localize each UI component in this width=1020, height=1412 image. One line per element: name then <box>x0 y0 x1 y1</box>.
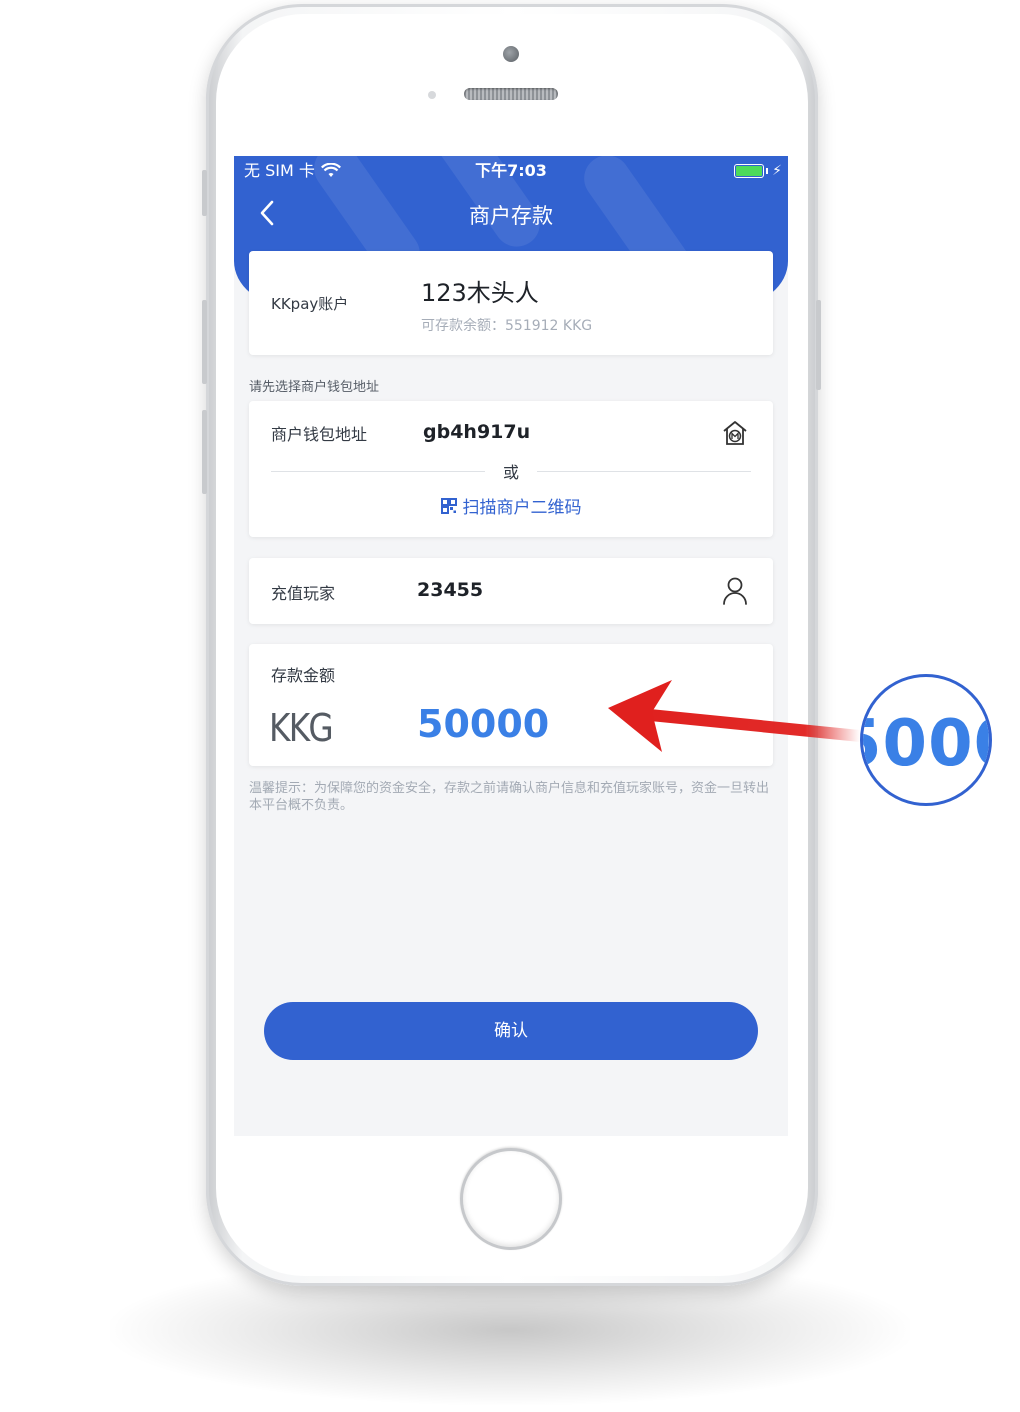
qr-code-icon <box>440 497 457 514</box>
mute-switch <box>202 170 207 216</box>
amount-label: 存款金额 <box>271 666 336 685</box>
user-icon[interactable] <box>721 576 749 606</box>
player-card: 充值玩家 23455 <box>249 558 773 624</box>
player-id-input[interactable]: 23455 <box>417 579 483 601</box>
scan-qr-label: 扫描商户二维码 <box>462 498 582 518</box>
available-balance: 可存款余额：551912 KKG <box>421 318 593 334</box>
wallet-address-value[interactable]: gb4h917u <box>423 421 530 443</box>
warning-tip: 温馨提示：为保障您的资金安全，存款之前请确认商户信息和充值玩家账号，资金一旦转出… <box>249 781 770 813</box>
volume-down-button <box>202 410 207 494</box>
account-card: KKpay账户 123木头人 可存款余额：551912 KKG <box>249 251 773 355</box>
scan-qr-button[interactable]: 扫描商户二维码 <box>249 493 773 518</box>
home-button[interactable] <box>460 1148 562 1250</box>
status-time: 下午7:03 <box>475 161 547 180</box>
player-label: 充值玩家 <box>271 584 336 603</box>
app-screen: 无 SIM 卡 下午7:03 ⚡ 商户存款 KKpay账户 123木头人 可存款… <box>234 156 788 1136</box>
zoom-callout-text: 5000 <box>863 707 989 781</box>
wallet-label: 商户钱包地址 <box>271 425 368 444</box>
battery-icon <box>734 164 764 178</box>
annotation-arrow <box>608 680 860 752</box>
zoom-callout: 5000 <box>860 674 992 806</box>
amount-input[interactable]: 50000 <box>417 702 549 746</box>
earpiece-speaker <box>464 88 558 100</box>
wallet-section-hint: 请先选择商户钱包地址 <box>249 380 380 395</box>
volume-up-button <box>202 300 207 384</box>
account-name: 123木头人 <box>421 279 539 307</box>
front-camera <box>503 46 519 62</box>
or-separator: 或 <box>502 463 519 482</box>
charging-bolt-icon: ⚡ <box>772 163 782 179</box>
power-button <box>816 300 821 390</box>
account-label: KKpay账户 <box>271 295 349 313</box>
confirm-button[interactable]: 确认 <box>264 1002 758 1060</box>
status-bar: 无 SIM 卡 下午7:03 ⚡ <box>234 156 788 186</box>
wallet-card: 商户钱包地址 gb4h917u 或 扫描商户二维码 <box>249 401 773 537</box>
currency-label: KKG <box>269 706 334 750</box>
merchant-store-icon[interactable] <box>721 419 749 447</box>
proximity-sensor <box>428 91 436 99</box>
page-title: 商户存款 <box>469 204 553 228</box>
